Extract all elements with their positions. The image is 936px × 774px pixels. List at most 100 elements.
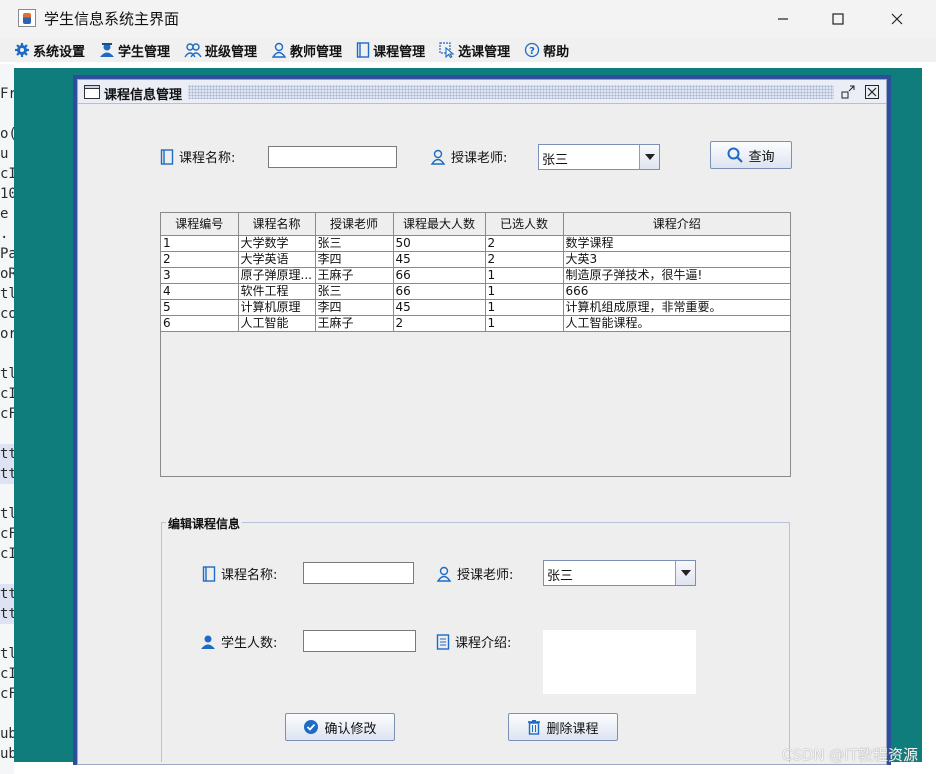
confirm-edit-button[interactable]: 确认修改: [285, 713, 395, 741]
column-header[interactable]: 课程最大人数: [393, 213, 486, 236]
table-cell[interactable]: 李四: [315, 299, 394, 316]
menu-student-management[interactable]: 学生管理: [99, 41, 170, 60]
search-teacher-combobox[interactable]: 张三: [538, 144, 660, 170]
column-header[interactable]: 课程名称: [238, 213, 316, 236]
course-table[interactable]: 课程编号 课程名称 授课老师 课程最大人数 已选人数 课程介绍 1 大学数学 张三 5…: [160, 212, 791, 477]
table-cell[interactable]: 1: [485, 283, 564, 300]
titlebar-texture: [188, 85, 834, 99]
teacher-icon: [430, 149, 446, 165]
gear-icon: [15, 43, 29, 57]
edit-group-title: 编辑课程信息: [166, 515, 243, 532]
frame-iconify-button[interactable]: [840, 84, 856, 100]
menu-course-management[interactable]: 课程管理: [356, 41, 425, 60]
table-cell[interactable]: 45: [393, 299, 486, 316]
label-text: 课程名称:: [221, 568, 278, 583]
table-row[interactable]: 3 原子弹原理... 王麻子 66 1 制造原子弹技术，很牛逼!: [161, 267, 791, 284]
table-cell[interactable]: 666: [563, 283, 791, 300]
table-row[interactable]: 6 人工智能 王麻子 2 1 人工智能课程。: [161, 315, 791, 332]
edit-intro-label: 课程介绍:: [436, 632, 511, 651]
close-button[interactable]: [874, 0, 920, 38]
table-cell[interactable]: 数学课程: [563, 235, 791, 252]
table-cell[interactable]: 1: [485, 299, 564, 316]
menu-course-selection[interactable]: 选课管理: [439, 41, 510, 60]
table-cell[interactable]: 王麻子: [315, 267, 394, 284]
edit-student-count-label: 学生人数:: [200, 632, 277, 651]
edit-intro-textarea[interactable]: [543, 630, 696, 694]
table-cell[interactable]: 计算机组成原理，非常重要。: [563, 299, 791, 316]
combobox-arrow[interactable]: [675, 561, 695, 585]
table-cell[interactable]: 6: [161, 315, 239, 332]
table-cell[interactable]: 大英3: [563, 251, 791, 268]
teacher-icon: [436, 566, 452, 582]
table-row[interactable]: 4 软件工程 张三 66 1 666: [161, 283, 791, 300]
search-course-name-label: 课程名称:: [160, 147, 235, 166]
menu-help[interactable]: ? 帮助: [524, 41, 569, 60]
column-header[interactable]: 课程编号: [161, 213, 239, 236]
delete-course-button[interactable]: 删除课程: [508, 713, 618, 741]
query-button[interactable]: 查询: [710, 141, 792, 169]
table-cell[interactable]: 2: [161, 251, 239, 268]
table-cell[interactable]: 66: [393, 283, 486, 300]
table-cell[interactable]: 人工智能: [238, 315, 316, 332]
table-cell[interactable]: 2: [485, 235, 564, 252]
table-cell[interactable]: 王麻子: [315, 315, 394, 332]
table-cell[interactable]: 制造原子弹技术，很牛逼!: [563, 267, 791, 284]
table-cell[interactable]: 人工智能课程。: [563, 315, 791, 332]
frame-titlebar[interactable]: 课程信息管理: [78, 80, 886, 104]
table-cell[interactable]: 1: [485, 267, 564, 284]
book-icon: [356, 42, 370, 58]
table-cell[interactable]: 3: [161, 267, 239, 284]
table-cell[interactable]: 4: [161, 283, 239, 300]
menu-bar: 系统设置 学生管理 班级管理 教师管理 课程管理 选课管理 ? 帮助: [0, 38, 936, 62]
table-row[interactable]: 1 大学数学 张三 50 2 数学课程: [161, 235, 791, 252]
combobox-value: 张三: [547, 569, 574, 584]
table-row[interactable]: 2 大学英语 李四 45 2 大英3: [161, 251, 791, 268]
table-cell[interactable]: 5: [161, 299, 239, 316]
column-header[interactable]: 课程介绍: [563, 213, 790, 236]
window-icon: [84, 85, 100, 99]
edit-course-name-input[interactable]: [303, 562, 414, 584]
table-cell[interactable]: 50: [393, 235, 486, 252]
label-text: 授课老师:: [451, 151, 508, 166]
label-text: 授课老师:: [457, 568, 514, 583]
maximize-button[interactable]: [815, 0, 861, 38]
column-header[interactable]: 授课老师: [315, 213, 394, 236]
combobox-value: 张三: [542, 153, 569, 168]
table-row[interactable]: 5 计算机原理 李四 45 1 计算机组成原理，非常重要。: [161, 299, 791, 316]
edit-teacher-combobox[interactable]: 张三: [543, 560, 696, 586]
table-cell[interactable]: 张三: [315, 235, 394, 252]
minimize-icon: [778, 18, 788, 20]
window-titlebar: 学生信息系统主界面: [0, 0, 936, 38]
table-cell[interactable]: 原子弹原理...: [238, 267, 316, 284]
combobox-arrow[interactable]: [639, 145, 659, 169]
book-icon: [202, 565, 216, 582]
table-cell[interactable]: 2: [393, 315, 486, 332]
search-teacher-label: 授课老师:: [430, 147, 507, 166]
table-cell[interactable]: 软件工程: [238, 283, 316, 300]
trash-icon: [528, 720, 541, 735]
label-text: 学生人数:: [221, 636, 278, 651]
table-cell[interactable]: 计算机原理: [238, 299, 316, 316]
column-header[interactable]: 已选人数: [485, 213, 564, 236]
minimize-button[interactable]: [760, 0, 806, 38]
edit-student-count-input[interactable]: [303, 630, 416, 652]
table-cell[interactable]: 1: [161, 235, 239, 252]
table-cell[interactable]: 2: [485, 251, 564, 268]
menu-label: 教师管理: [290, 44, 343, 60]
menu-teacher-management[interactable]: 教师管理: [271, 41, 342, 60]
table-cell[interactable]: 66: [393, 267, 486, 284]
frame-close-button[interactable]: [864, 84, 880, 100]
table-cell[interactable]: 45: [393, 251, 486, 268]
table-cell[interactable]: 李四: [315, 251, 394, 268]
menu-label: 学生管理: [118, 44, 171, 60]
menu-class-management[interactable]: 班级管理: [184, 41, 257, 60]
table-cell[interactable]: 大学数学: [238, 235, 316, 252]
table-cell[interactable]: 1: [485, 315, 564, 332]
user-icon: [201, 635, 215, 649]
teacher-icon: [271, 42, 287, 58]
search-course-name-input[interactable]: [268, 146, 397, 168]
button-label: 确认修改: [324, 721, 377, 737]
table-cell[interactable]: 张三: [315, 283, 394, 300]
menu-system-settings[interactable]: 系统设置: [14, 41, 85, 60]
table-cell[interactable]: 大学英语: [238, 251, 316, 268]
